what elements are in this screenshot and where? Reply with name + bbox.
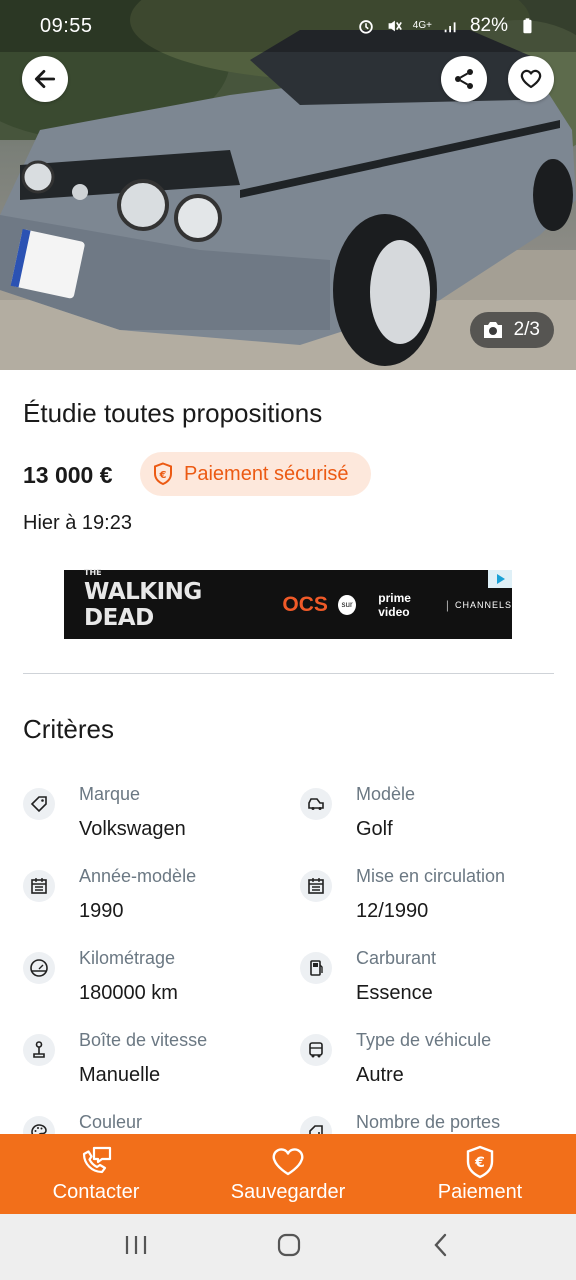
mute-icon <box>388 20 402 32</box>
favorite-button[interactable] <box>508 56 554 102</box>
criterion-value: 180000 km <box>79 982 178 1004</box>
ad-sur: sur <box>337 594 357 615</box>
section-divider <box>23 673 554 674</box>
photo-counter-text: 2/3 <box>513 319 540 340</box>
criterion-value: Volkswagen <box>79 818 186 840</box>
ad-channels: CHANNELS <box>454 599 512 610</box>
criterion-mileage: Kilométrage 180000 km <box>23 944 283 1014</box>
ad-show-title: THE WALKING DEAD <box>84 568 262 631</box>
payment-button[interactable]: € Paiement <box>384 1134 576 1214</box>
photo-counter: 2/3 <box>469 312 554 348</box>
battery-icon <box>523 18 532 34</box>
fuel-icon <box>300 952 332 984</box>
tag-icon <box>23 788 55 820</box>
svg-text:€: € <box>159 470 167 481</box>
contact-button[interactable]: Contacter <box>0 1134 192 1214</box>
network-type: 4G+ <box>412 20 432 31</box>
criterion-label: Boîte de vitesse <box>79 1030 208 1050</box>
camera-icon <box>483 322 502 338</box>
battery-level: 82% <box>469 15 508 36</box>
heart-icon <box>520 69 542 89</box>
ad-banner[interactable]: THE WALKING DEAD OCS sur prime video | C… <box>64 568 512 639</box>
signal-icon <box>444 22 456 33</box>
criterion-vehicle-type: Type de véhicule Autre <box>300 1026 560 1096</box>
criterion-label: Carburant <box>356 948 437 968</box>
car-icon <box>300 788 332 820</box>
adchoices-icon[interactable] <box>488 570 512 588</box>
shield-euro-icon: € <box>466 1145 494 1178</box>
back-button[interactable] <box>22 56 68 102</box>
calendar-icon <box>300 870 332 902</box>
system-nav-bar <box>0 1214 576 1280</box>
ad-platform: prime video <box>378 590 411 619</box>
criterion-value: 12/1990 <box>356 900 429 922</box>
status-time: 09:55 <box>40 14 93 37</box>
criterion-label: Modèle <box>356 784 416 804</box>
gearshift-icon <box>23 1034 55 1066</box>
save-label: Sauvegarder <box>230 1180 346 1203</box>
ad-show-prefix: THE <box>84 567 102 577</box>
criterion-model: Modèle Golf <box>300 780 560 850</box>
secure-payment-label: Paiement sécurisé <box>184 462 349 485</box>
save-button[interactable]: Sauvegarder <box>192 1134 384 1214</box>
shield-euro-icon: € <box>154 462 172 486</box>
contact-label: Contacter <box>52 1180 140 1203</box>
chevron-left-icon <box>434 1233 447 1256</box>
system-back-button[interactable] <box>429 1232 453 1263</box>
criterion-value: Autre <box>356 1064 404 1086</box>
criterion-label: Année-modèle <box>79 866 197 886</box>
listing-price: 13 000 € <box>23 462 113 488</box>
recent-apps-icon <box>125 1235 147 1254</box>
criterion-label: Mise en circulation <box>356 866 506 886</box>
status-bar: 09:55 4G+ 82% <box>0 0 576 52</box>
recent-apps-button[interactable] <box>123 1233 149 1262</box>
vehicle-icon <box>300 1034 332 1066</box>
heart-icon <box>272 1147 304 1175</box>
listing-photo[interactable]: 09:55 4G+ 82% 2/3 <box>0 0 576 370</box>
criterion-model-year: Année-modèle 1990 <box>23 862 283 932</box>
svg-text:€: € <box>474 1155 485 1171</box>
phone-chat-icon <box>82 1146 112 1173</box>
criterion-fuel: Carburant Essence <box>300 944 560 1014</box>
payment-label: Paiement <box>437 1180 523 1203</box>
share-button[interactable] <box>441 56 487 102</box>
criterion-value: Essence <box>356 982 433 1004</box>
criterion-registration: Mise en circulation 12/1990 <box>300 862 560 932</box>
criterion-value: Manuelle <box>79 1064 161 1086</box>
criterion-label: Nombre de portes <box>356 1112 501 1132</box>
listing-title: Étudie toutes propositions <box>23 398 323 428</box>
ad-separator: | <box>445 597 449 612</box>
criterion-brand: Marque Volkswagen <box>23 780 283 850</box>
criterion-gearbox: Boîte de vitesse Manuelle <box>23 1026 283 1096</box>
gauge-icon <box>23 952 55 984</box>
home-button[interactable] <box>275 1231 303 1264</box>
calendar-icon <box>23 870 55 902</box>
ad-channel: OCS <box>282 592 328 616</box>
criterion-label: Marque <box>79 784 141 804</box>
criterion-label: Type de véhicule <box>356 1030 492 1050</box>
criterion-value: 1990 <box>79 900 124 922</box>
listing-date: Hier à 19:23 <box>23 512 132 534</box>
criterion-value: Golf <box>356 818 393 840</box>
share-icon <box>455 69 473 89</box>
criterion-label: Kilométrage <box>79 948 176 968</box>
action-bar: Contacter Sauvegarder € Paiement <box>0 1134 576 1214</box>
ad-show-name: WALKING DEAD <box>84 578 202 631</box>
arrow-left-icon <box>34 70 56 88</box>
criteria-title: Critères <box>23 714 115 744</box>
criterion-label: Couleur <box>79 1112 143 1132</box>
home-icon <box>277 1233 301 1256</box>
alarm-icon <box>359 20 373 34</box>
secure-payment-badge[interactable]: € Paiement sécurisé <box>140 452 371 496</box>
